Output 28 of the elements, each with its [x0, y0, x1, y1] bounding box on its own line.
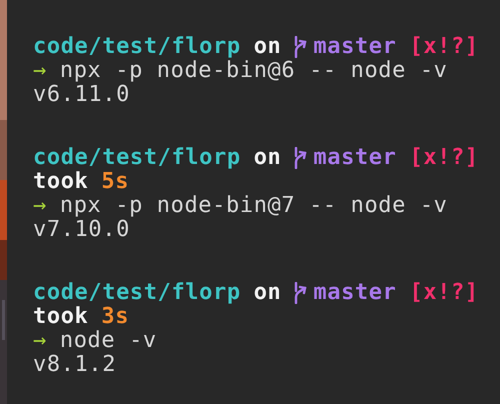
- prompt-word: on: [254, 281, 282, 305]
- command-text: node -v: [60, 329, 157, 353]
- duration-label: took: [33, 170, 88, 194]
- duration-label: took: [33, 305, 88, 329]
- prompt-word: on: [254, 146, 282, 170]
- git-status: [x!?]: [409, 146, 479, 170]
- duration-value: 3s: [101, 305, 130, 329]
- command-output: v7.10.0: [33, 218, 130, 242]
- branch-name: master: [313, 35, 396, 59]
- prompt-arrow: →: [33, 59, 47, 83]
- git-status: [x!?]: [409, 35, 479, 59]
- command-output: v8.1.2: [33, 353, 116, 377]
- git-branch-icon: [295, 282, 307, 304]
- directory-path: code/test/florp: [33, 146, 241, 170]
- git-branch-icon: [295, 36, 307, 58]
- duration-value: 5s: [101, 170, 130, 194]
- prompt-word: on: [254, 35, 282, 59]
- directory-path: code/test/florp: [33, 281, 241, 305]
- command-output: v6.11.0: [33, 83, 130, 107]
- git-status: [x!?]: [409, 281, 479, 305]
- git-branch-icon: [295, 147, 307, 169]
- prompt-arrow: →: [33, 329, 47, 353]
- directory-path: code/test/florp: [33, 35, 241, 59]
- command-text: npx -p node-bin@7 -- node -v: [60, 194, 448, 218]
- branch-name: master: [313, 281, 396, 305]
- branch-name: master: [313, 146, 396, 170]
- prompt-arrow: →: [33, 194, 47, 218]
- command-text: npx -p node-bin@6 -- node -v: [60, 59, 448, 83]
